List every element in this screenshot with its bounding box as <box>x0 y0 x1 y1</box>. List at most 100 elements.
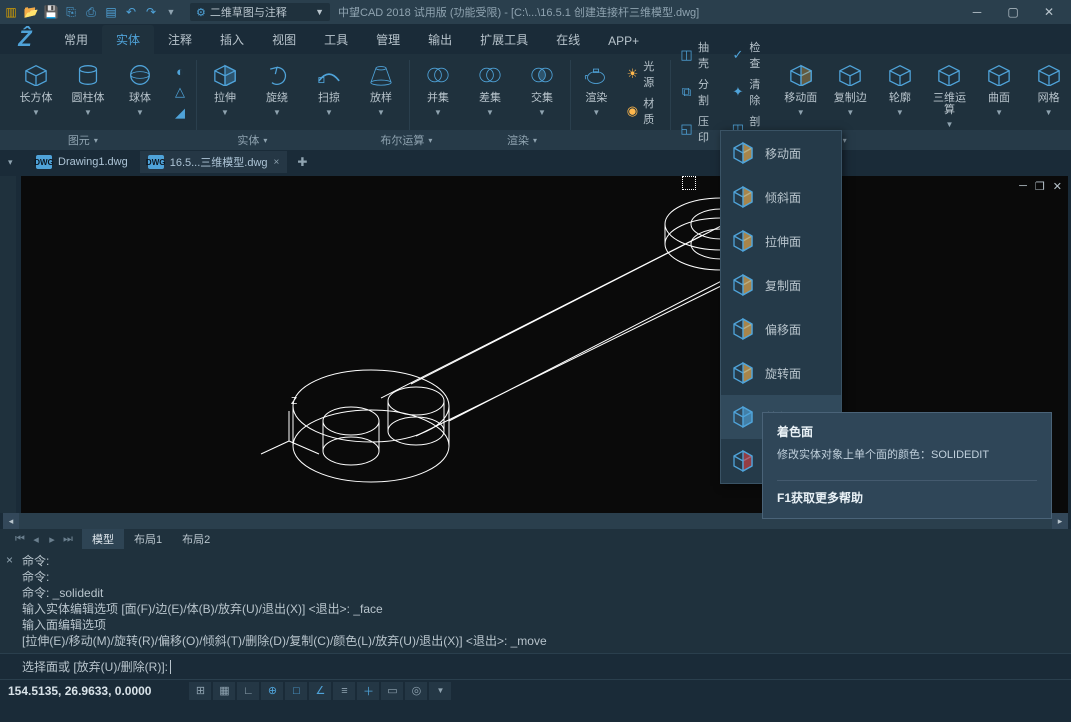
chevron-down-icon: ▼ <box>846 108 854 117</box>
layout-tab-模型[interactable]: 模型 <box>82 529 124 549</box>
open-icon[interactable]: 📂 <box>24 5 38 19</box>
osnap-toggle[interactable]: □ <box>285 682 307 700</box>
panel-expand-icon[interactable]: ▾ <box>533 136 537 145</box>
preview-icon[interactable]: ▤ <box>104 5 118 19</box>
dropdown-item-拉伸面[interactable]: 拉伸面 <box>721 219 841 263</box>
ribbon-放样[interactable]: 放样▼ <box>359 62 403 117</box>
tab-视图[interactable]: 视图 <box>258 25 310 54</box>
doctab[interactable]: DWGDrawing1.dwg <box>28 152 136 172</box>
undo-icon[interactable]: ↶ <box>124 5 138 19</box>
layout-last-icon[interactable]: ⏭ <box>60 533 76 546</box>
add-doc-button[interactable]: ✚ <box>291 153 313 171</box>
status-more-icon[interactable]: ▼ <box>429 682 451 700</box>
panel-expand-icon[interactable]: ▾ <box>843 136 847 145</box>
layout-tab-布局2[interactable]: 布局2 <box>172 529 220 549</box>
ribbon-球体[interactable]: 球体▼ <box>118 62 162 117</box>
tab-插入[interactable]: 插入 <box>206 25 258 54</box>
ribbon-mini[interactable]: ◢ <box>170 104 190 122</box>
polar-toggle[interactable]: ⊕ <box>261 682 283 700</box>
plot-icon[interactable]: ⎙ <box>84 5 98 19</box>
ribbon-旋绕[interactable]: 旋绕▼ <box>255 62 299 117</box>
close-button[interactable]: ✕ <box>1031 1 1067 23</box>
ribbon-三维运算[interactable]: 三维运算▼ <box>929 62 971 129</box>
tab-APP+[interactable]: APP+ <box>594 28 653 54</box>
tab-实体[interactable]: 实体 <box>102 25 154 54</box>
ribbon-抽壳[interactable]: ◫抽壳 <box>677 38 720 72</box>
panel-expand-icon[interactable]: ▾ <box>263 136 267 145</box>
tab-管理[interactable]: 管理 <box>362 25 414 54</box>
redo-icon[interactable]: ↷ <box>144 5 158 19</box>
layout-tab-布局1[interactable]: 布局1 <box>124 529 172 549</box>
tab-注释[interactable]: 注释 <box>154 25 206 54</box>
tooltip: 着色面 修改实体对象上单个面的颜色：SOLIDEDIT F1获取更多帮助 <box>762 412 1052 519</box>
panel-title-渲染: 渲染 ▾ <box>474 130 570 150</box>
save-icon[interactable]: 💾 <box>44 5 58 19</box>
intersect-icon <box>526 62 558 88</box>
doctab-chevron-icon[interactable]: ▾ <box>8 157 13 168</box>
maximize-button[interactable]: ▢ <box>995 1 1031 23</box>
workspace-combo[interactable]: ⚙ 二维草图与注释 ▼ <box>190 3 330 21</box>
tab-输出[interactable]: 输出 <box>414 25 466 54</box>
ribbon-mini[interactable]: △ <box>170 83 190 101</box>
ribbon-拉伸[interactable]: 拉伸▼ <box>203 62 247 117</box>
检查-icon: ✓ <box>730 47 745 63</box>
scroll-left-icon[interactable]: ◂ <box>3 513 19 529</box>
snap-toggle[interactable]: ⊞ <box>189 682 211 700</box>
grid-toggle[interactable]: ▦ <box>213 682 235 700</box>
ribbon-轮廓[interactable]: 轮廓▼ <box>879 62 921 117</box>
dropdown-item-偏移面[interactable]: 偏移面 <box>721 307 841 351</box>
dyn-toggle[interactable]: ＋ <box>357 682 379 700</box>
ribbon-交集[interactable]: 交集▼ <box>520 62 564 117</box>
sphere-icon <box>124 62 156 88</box>
new-icon[interactable]: ▥ <box>4 5 18 19</box>
chevron-down-icon: ▼ <box>32 108 40 117</box>
layout-prev-icon[interactable]: ◂ <box>28 533 44 546</box>
panel-expand-icon[interactable]: ▾ <box>94 136 98 145</box>
ribbon-网格[interactable]: 网格▼ <box>1028 62 1070 117</box>
teapot-icon <box>580 62 612 88</box>
tooltip-description: 修改实体对象上单个面的颜色：SOLIDEDIT <box>777 446 1037 462</box>
doctab[interactable]: DWG16.5...三维模型.dwg× <box>140 151 288 173</box>
minimize-button[interactable]: ─ <box>959 1 995 23</box>
ribbon-长方体[interactable]: 长方体▼ <box>14 62 58 117</box>
ribbon-mini[interactable]: ◐ <box>170 62 190 80</box>
ribbon-光源[interactable]: ☀光源 <box>624 57 664 91</box>
otrack-toggle[interactable]: ∠ <box>309 682 331 700</box>
ribbon-分割[interactable]: ⧉分割 <box>677 75 720 109</box>
tab-常用[interactable]: 常用 <box>50 25 102 54</box>
dropdown-item-复制面[interactable]: 复制面 <box>721 263 841 307</box>
cycle-toggle[interactable]: ◎ <box>405 682 427 700</box>
ribbon-清除[interactable]: ✦清除 <box>728 75 771 109</box>
ribbon-移动面[interactable]: 移动面▼ <box>780 62 822 117</box>
ribbon-差集[interactable]: 差集▼ <box>468 62 512 117</box>
cmdwin-close-icon[interactable]: × <box>6 553 13 567</box>
lwt-toggle[interactable]: ≡ <box>333 682 355 700</box>
ribbon-并集[interactable]: 并集▼ <box>416 62 460 117</box>
layout-first-icon[interactable]: ⏮ <box>12 533 28 546</box>
dropdown-item-移动面[interactable]: 移动面 <box>721 131 841 175</box>
ribbon-材质[interactable]: ◉材质 <box>624 94 664 128</box>
cmd-line: [拉伸(E)/移动(M)/旋转(R)/偏移(O)/倾斜(T)/删除(D)/复制(… <box>22 633 1065 649</box>
ribbon-复制边[interactable]: 复制边▼ <box>830 62 872 117</box>
dropdown-item-旋转面[interactable]: 旋转面 <box>721 351 841 395</box>
dropdown-item-倾斜面[interactable]: 倾斜面 <box>721 175 841 219</box>
panel-expand-icon[interactable]: ▾ <box>428 136 432 145</box>
moveface-icon <box>785 62 817 88</box>
ribbon-panel-图元: 长方体▼圆柱体▼球体▼ ◐ △ ◢ <box>8 60 197 130</box>
ribbon-曲面[interactable]: 曲面▼ <box>978 62 1020 117</box>
ribbon-渲染[interactable]: 渲染▼ <box>577 62 616 117</box>
saveall-icon[interactable]: ⎘ <box>64 5 78 19</box>
ribbon-圆柱体[interactable]: 圆柱体▼ <box>66 62 110 117</box>
qat-more-icon[interactable]: ▼ <box>164 5 178 19</box>
close-icon[interactable]: × <box>274 157 280 168</box>
model-toggle[interactable]: ▭ <box>381 682 403 700</box>
tab-在线[interactable]: 在线 <box>542 25 594 54</box>
app-logo[interactable]: Ẑ <box>0 24 50 54</box>
ribbon-扫掠[interactable]: 扫掠▼ <box>307 62 351 117</box>
tab-扩展工具[interactable]: 扩展工具 <box>466 25 542 54</box>
ribbon-检查[interactable]: ✓检查 <box>728 38 771 72</box>
command-input[interactable]: 选择面或 [放弃(U)/删除(R)]: <box>0 653 1071 679</box>
ortho-toggle[interactable]: ∟ <box>237 682 259 700</box>
layout-next-icon[interactable]: ▸ <box>44 533 60 546</box>
tab-工具[interactable]: 工具 <box>310 25 362 54</box>
